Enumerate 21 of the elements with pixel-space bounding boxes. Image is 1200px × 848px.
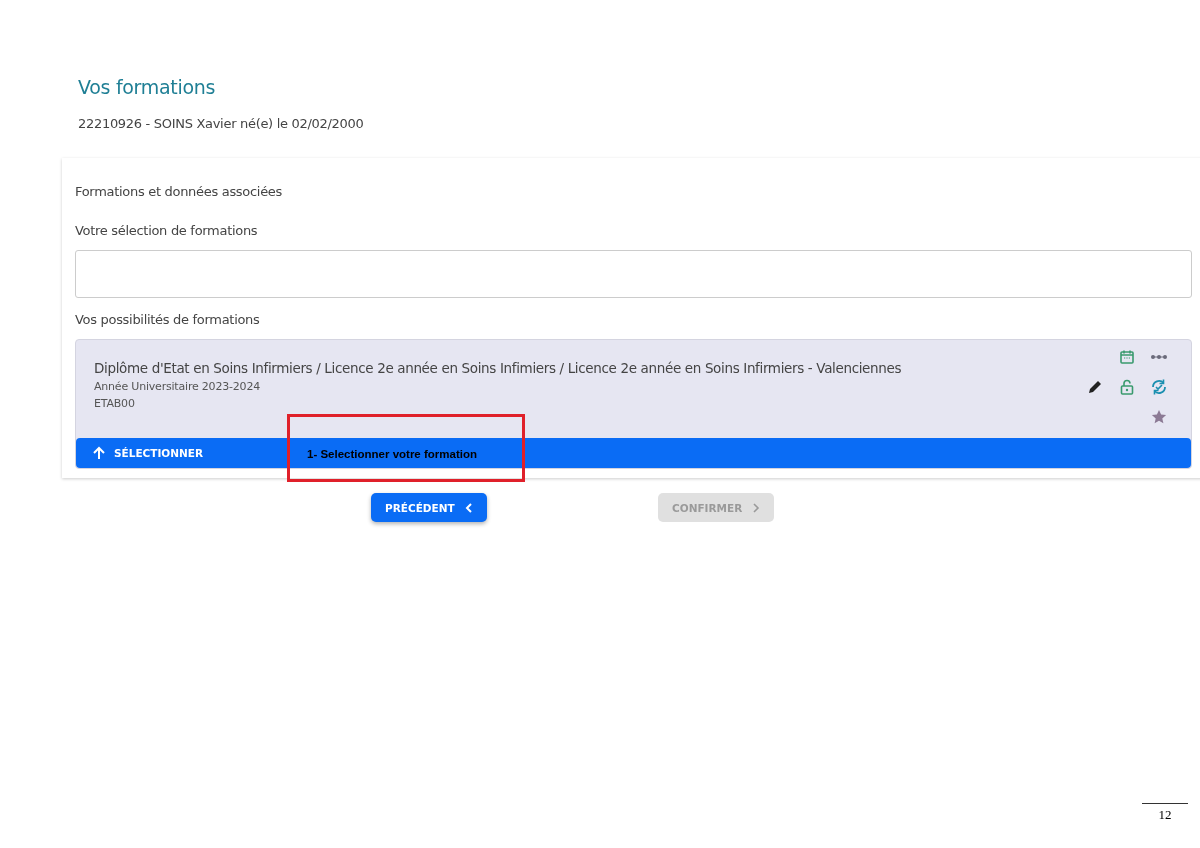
pencil-icon[interactable] [1087,379,1103,395]
selection-field[interactable] [75,250,1192,298]
previous-button[interactable]: PRÉCÉDENT [371,493,487,522]
chevron-right-icon [752,501,761,514]
sync-check-icon[interactable] [1150,378,1168,396]
chevron-left-icon [464,501,473,514]
formation-title: Diplôme d'Etat en Soins Infirmiers / Licence 2e année en Soins Infimiers / Licence 2e année en Soins Infirmiers - Valenciennes [94,360,902,376]
arrow-up-icon [92,446,106,460]
page-title: Vos formations [78,76,216,98]
more-icon[interactable] [1150,354,1168,360]
section-label: Vos possibilités de formations [75,312,261,327]
formation-year: Année Universitaire 2023-2024 [94,380,261,393]
calendar-icon[interactable] [1119,349,1135,365]
unlock-icon[interactable] [1120,379,1134,395]
page-number: 12 [1142,803,1188,823]
section-heading: Formations et données associées [75,184,284,199]
student-info: 22210926 - SOINS Xavier né(e) le 02/02/2000 [78,116,364,131]
star-icon[interactable] [1151,409,1167,425]
formation-code: ETAB00 [94,397,136,410]
annotation-text: 1- Selectionner votre formation [307,448,477,460]
field-label: Votre sélection de formations [75,223,259,238]
